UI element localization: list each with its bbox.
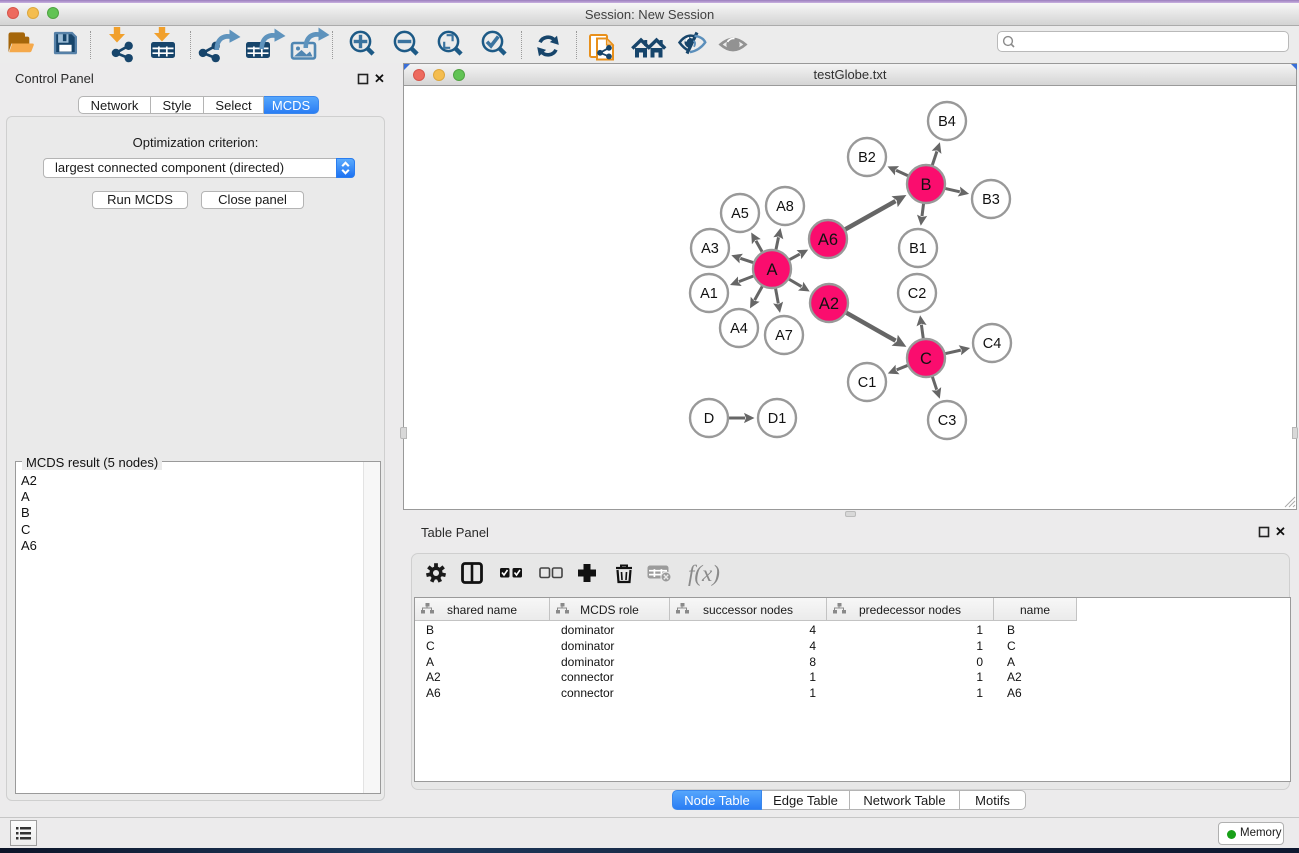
svg-text:B2: B2 — [858, 150, 876, 166]
svg-text:A8: A8 — [776, 199, 794, 215]
svg-text:D: D — [704, 411, 714, 427]
svg-text:C: C — [920, 350, 932, 368]
svg-text:A4: A4 — [730, 321, 748, 337]
svg-text:A6: A6 — [818, 231, 838, 249]
svg-text:D1: D1 — [768, 411, 787, 427]
svg-text:A5: A5 — [731, 206, 749, 222]
svg-text:C3: C3 — [938, 413, 957, 429]
svg-text:A7: A7 — [775, 328, 793, 344]
svg-text:A1: A1 — [700, 286, 718, 302]
svg-text:C4: C4 — [983, 336, 1002, 352]
svg-text:C1: C1 — [858, 375, 877, 391]
svg-text:A: A — [766, 261, 777, 279]
svg-text:f(x): f(x) — [688, 561, 720, 586]
svg-text:A3: A3 — [701, 241, 719, 257]
svg-text:B4: B4 — [938, 114, 956, 130]
svg-text:A2: A2 — [819, 295, 839, 313]
svg-text:B: B — [920, 176, 931, 194]
svg-text:B1: B1 — [909, 241, 927, 257]
svg-text:B3: B3 — [982, 192, 1000, 208]
svg-text:C2: C2 — [908, 286, 927, 302]
